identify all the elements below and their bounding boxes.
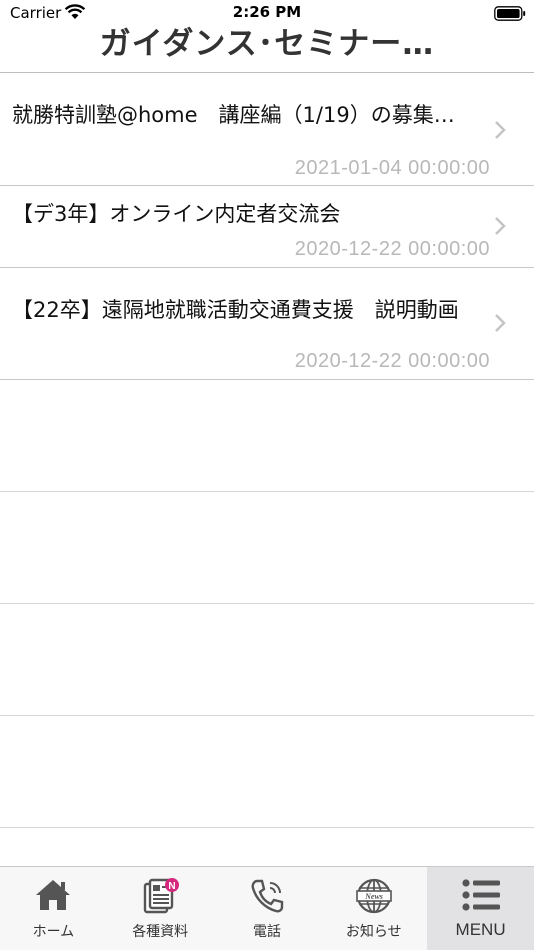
chevron-right-icon [495, 314, 506, 332]
item-date: 2020-12-22 00:00:00 [294, 350, 490, 372]
tab-label: 電話 [252, 924, 281, 940]
item-date: 2021-01-04 00:00:00 [294, 157, 490, 179]
tab-label: ホーム [32, 924, 75, 940]
empty-row [0, 380, 534, 492]
item-title: 就勝特訓塾@home 講座編（1/19）の募集… [12, 103, 455, 127]
badge-text: N [169, 881, 176, 892]
notice-list: 就勝特訓塾@home 講座編（1/19）の募集… 2021-01-04 00:0… [0, 73, 534, 828]
tab-label: お知らせ [345, 924, 402, 940]
page-title: ガイダンス･セミナー… [99, 26, 435, 62]
list-item[interactable]: 【デ3年】オンライン内定者交流会 2020-12-22 00:00:00 [0, 186, 534, 268]
chevron-right-icon [495, 217, 506, 235]
home-icon [36, 880, 71, 910]
empty-row [0, 716, 534, 828]
menu-list-icon [461, 879, 500, 911]
tab-home[interactable]: ホーム [0, 867, 107, 950]
tab-menu[interactable]: MENU [427, 867, 534, 950]
empty-row [0, 492, 534, 604]
documents-icon: N [143, 878, 180, 914]
tab-documents[interactable]: N 各種資料 [107, 867, 214, 950]
list-item[interactable]: 【22卒】遠隔地就職活動交通費支援 説明動画 2020-12-22 00:00:… [0, 268, 534, 380]
news-globe-icon: News [355, 878, 392, 914]
tab-news[interactable]: News お知らせ [320, 867, 427, 950]
tab-phone[interactable]: 電話 [214, 867, 321, 950]
list-item[interactable]: 就勝特訓塾@home 講座編（1/19）の募集… 2021-01-04 00:0… [0, 73, 534, 186]
news-text: News [364, 892, 383, 901]
item-date: 2020-12-22 00:00:00 [294, 238, 490, 260]
empty-row [0, 604, 534, 716]
phone-icon [251, 879, 284, 913]
tab-label: MENU [455, 920, 506, 939]
item-title: 【デ3年】オンライン内定者交流会 [12, 202, 341, 226]
tab-bar: ホーム N 各種資料 電話 News お知らせ MENU [0, 866, 534, 950]
item-title: 【22卒】遠隔地就職活動交通費支援 説明動画 [12, 298, 459, 322]
tab-label: 各種資料 [132, 924, 189, 940]
chevron-right-icon [495, 121, 506, 139]
